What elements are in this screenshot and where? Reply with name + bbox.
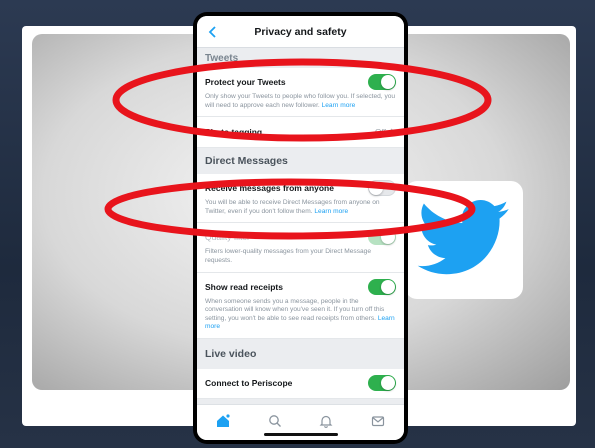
search-icon[interactable] xyxy=(267,413,283,429)
quality-filter-row[interactable]: Quality filter Filters lower-quality mes… xyxy=(197,223,404,273)
read-receipts-row[interactable]: Show read receipts When someone sends yo… xyxy=(197,272,404,339)
notifications-bell-icon[interactable] xyxy=(318,413,334,429)
read-receipts-description-text: When someone sends you a message, people… xyxy=(205,297,385,322)
protect-tweets-toggle[interactable] xyxy=(368,74,396,90)
section-header-tweets: Tweets xyxy=(197,48,404,68)
periscope-label: Connect to Periscope xyxy=(205,377,293,388)
page-title: Privacy and safety xyxy=(254,25,347,38)
phone-screen: Privacy and safety Tweets Protect your T… xyxy=(197,16,404,440)
protect-tweets-description-text: Only show your Tweets to people who foll… xyxy=(205,93,396,109)
receive-messages-toggle[interactable] xyxy=(368,180,396,197)
chevron-left-icon[interactable] xyxy=(205,23,219,41)
twitter-bird-icon xyxy=(405,181,523,299)
periscope-row[interactable]: Connect to Periscope xyxy=(197,368,404,399)
phone-frame: Privacy and safety Tweets Protect your T… xyxy=(193,12,408,444)
messages-envelope-icon[interactable] xyxy=(370,413,386,429)
receive-messages-row[interactable]: Receive messages from anyone You will be… xyxy=(197,174,404,224)
protect-tweets-learn-more-link[interactable]: Learn more xyxy=(322,102,356,109)
nav-bar: Privacy and safety xyxy=(197,16,404,48)
periscope-toggle[interactable] xyxy=(368,374,396,391)
read-receipts-label: Show read receipts xyxy=(205,281,283,292)
photo-tagging-value: Off xyxy=(374,127,386,138)
home-icon[interactable] xyxy=(215,413,231,429)
receive-messages-learn-more-link[interactable]: Learn more xyxy=(314,208,348,215)
quality-filter-label: Quality filter xyxy=(205,232,250,243)
protect-tweets-row[interactable]: Protect your Tweets Only show your Tweet… xyxy=(197,68,404,118)
protect-tweets-description: Only show your Tweets to people who foll… xyxy=(205,93,396,110)
read-receipts-toggle[interactable] xyxy=(368,278,396,295)
photo-tagging-label: Photo tagging xyxy=(205,127,263,138)
home-indicator xyxy=(263,433,338,436)
receive-messages-description-text: You will be able to receive Direct Messa… xyxy=(205,199,380,215)
protect-tweets-label: Protect your Tweets xyxy=(205,77,286,87)
receive-messages-description: You will be able to receive Direct Messa… xyxy=(205,199,396,216)
quality-filter-toggle[interactable] xyxy=(368,229,396,246)
section-header-live-video: Live video xyxy=(197,338,404,369)
receive-messages-label: Receive messages from anyone xyxy=(205,183,334,194)
chevron-right-icon xyxy=(390,128,396,137)
read-receipts-description: When someone sends you a message, people… xyxy=(205,298,396,332)
quality-filter-description: Filters lower-quality messages from your… xyxy=(205,248,371,264)
section-header-direct-messages: Direct Messages xyxy=(197,148,404,175)
photo-tagging-row[interactable]: Photo tagging Off xyxy=(197,117,404,149)
